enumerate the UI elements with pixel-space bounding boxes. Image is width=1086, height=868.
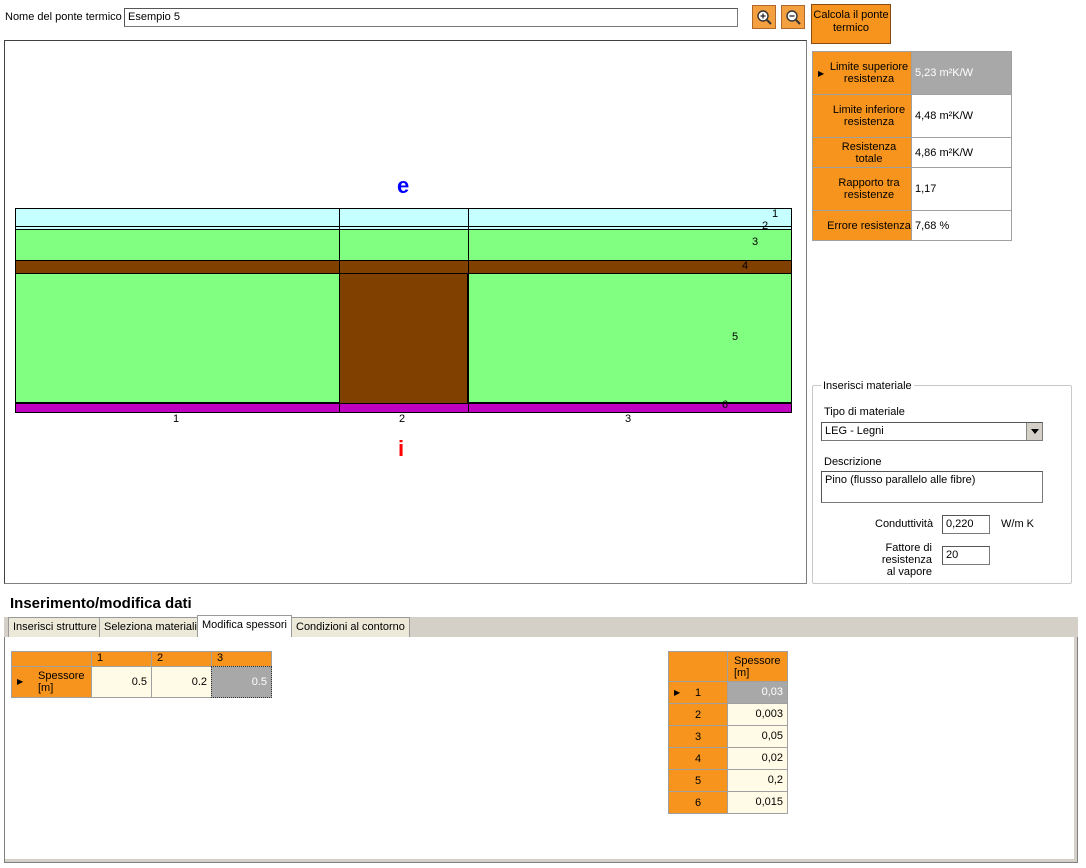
column-header[interactable]: 2 [151, 651, 212, 667]
result-label: Errore resistenza [812, 210, 912, 241]
panel-border [5, 859, 1077, 862]
layer-number: 2 [762, 220, 769, 232]
result-row[interactable]: ▶ Limite superiore resistenza 5,23 m²K/W [812, 51, 1012, 95]
column-number: 3 [625, 413, 632, 425]
result-row[interactable]: Resistenza totale 4,86 m²K/W [812, 137, 1012, 168]
vapor-resistance-input[interactable]: 20 [942, 546, 990, 565]
layer-line [15, 403, 792, 404]
result-label: Limite inferiore resistenza [812, 94, 912, 138]
layer-number: 4 [742, 260, 749, 272]
thickness-cell[interactable]: 0.5 [91, 666, 152, 698]
tab-inserisci-strutture[interactable]: Inserisci strutture [8, 617, 102, 637]
layer-thickness-cell[interactable]: 0,015 [727, 791, 788, 814]
zoom-out-icon [786, 10, 801, 25]
result-label: Resistenza totale [812, 137, 912, 168]
material-type-label: Tipo di materiale [824, 406, 905, 418]
tab-modifica-spessori[interactable]: Modifica spessori [197, 615, 292, 638]
column-number: 2 [399, 413, 406, 425]
wood-stud[interactable] [339, 274, 468, 403]
layer-3[interactable] [15, 230, 792, 261]
layer-number: 3 [752, 236, 759, 248]
result-label: Rapporto tra resistenze [812, 167, 912, 211]
panel-border [1074, 637, 1077, 862]
tab-seleziona-materiali[interactable]: Seleziona materiali [99, 617, 202, 637]
row-header[interactable]: 6 [668, 791, 728, 814]
layer-thickness-table: Spessore [m] ▶ 1 0,03 2 0,003 3 0,05 4 0,… [668, 651, 788, 814]
result-value: 5,23 m²K/W [911, 51, 1012, 95]
layer-thickness-cell[interactable]: 0,003 [727, 703, 788, 726]
layer-thickness-cell[interactable]: 0,02 [727, 747, 788, 770]
material-type-select[interactable]: LEG - Legni [821, 422, 1043, 441]
layer-number: 1 [772, 208, 779, 220]
group-title: Inserisci materiale [821, 380, 914, 392]
layer-number: 6 [722, 399, 729, 411]
conductivity-input[interactable]: 0,220 [942, 515, 990, 534]
chevron-down-icon[interactable] [1026, 423, 1042, 440]
layer-number: 5 [732, 331, 739, 343]
conductivity-unit: W/m K [1001, 518, 1034, 530]
section-title: Inserimento/modifica dati [10, 595, 192, 612]
layer-thickness-cell[interactable]: 0,05 [727, 725, 788, 748]
calculate-button[interactable]: Calcola il ponte termico [811, 4, 891, 44]
row-pointer-icon: ▶ [818, 69, 825, 78]
row-pointer-icon: ▶ [674, 688, 681, 697]
result-row[interactable]: Rapporto tra resistenze 1,17 [812, 167, 1012, 211]
result-label: ▶ Limite superiore resistenza [812, 51, 912, 95]
zoom-out-button[interactable] [781, 5, 805, 29]
zoom-in-button[interactable] [752, 5, 776, 29]
row-header[interactable]: ▶ 1 [668, 681, 728, 704]
tab-condizioni-contorno[interactable]: Condizioni al contorno [291, 617, 410, 637]
interior-label: i [398, 436, 405, 461]
column-divider [468, 208, 469, 413]
layer-4[interactable] [15, 261, 792, 274]
table-corner [668, 651, 728, 682]
description-label: Descrizione [824, 456, 882, 468]
row-header[interactable]: 3 [668, 725, 728, 748]
row-header[interactable]: 5 [668, 769, 728, 792]
layer-thickness-cell[interactable]: 0,03 [727, 681, 788, 704]
column-number: 1 [173, 413, 180, 425]
result-value: 1,17 [911, 167, 1012, 211]
tab-bar: Inserisci strutture Seleziona materiali … [4, 615, 1078, 638]
bridge-name-label: Nome del ponte termico [5, 11, 122, 23]
layer-thickness-cell[interactable]: 0,2 [727, 769, 788, 792]
results-table: ▶ Limite superiore resistenza 5,23 m²K/W … [812, 51, 1012, 241]
layer-1[interactable] [15, 208, 792, 227]
vapor-resistance-label: Fattore di resistenza al vapore [881, 542, 932, 578]
zoom-in-icon [757, 10, 772, 25]
exterior-label: e [397, 173, 410, 198]
thickness-cell[interactable]: 0.2 [151, 666, 212, 698]
result-value: 7,68 % [911, 210, 1012, 241]
column-divider [339, 208, 340, 413]
layer-6[interactable] [15, 403, 792, 413]
row-header[interactable]: 4 [668, 747, 728, 770]
table-corner [11, 651, 92, 667]
column-header[interactable]: 1 [91, 651, 152, 667]
column-header[interactable]: Spessore [m] [727, 651, 788, 682]
thickness-cell-selected[interactable]: 0.5 [211, 666, 272, 698]
result-value: 4,86 m²K/W [911, 137, 1012, 168]
bridge-name-input[interactable]: Esempio 5 [124, 8, 738, 27]
result-value: 4,48 m²K/W [911, 94, 1012, 138]
row-header[interactable]: 2 [668, 703, 728, 726]
insert-material-group: Inserisci materiale Tipo di materiale LE… [812, 380, 1072, 584]
column-thickness-table: 1 2 3 ▶ Spessore [m] 0.5 0.2 0.5 [11, 651, 272, 698]
row-header[interactable]: ▶ Spessore [m] [11, 666, 92, 698]
result-row[interactable]: Errore resistenza 7,68 % [812, 210, 1012, 241]
row-pointer-icon: ▶ [17, 677, 24, 686]
result-row[interactable]: Limite inferiore resistenza 4,48 m²K/W [812, 94, 1012, 138]
description-field[interactable]: Pino (flusso parallelo alle fibre) [821, 471, 1043, 503]
column-header[interactable]: 3 [211, 651, 272, 667]
conductivity-label: Conduttività [875, 518, 934, 530]
drawing-canvas[interactable]: e i 1 2 3 4 5 6 1 2 3 [4, 40, 807, 584]
